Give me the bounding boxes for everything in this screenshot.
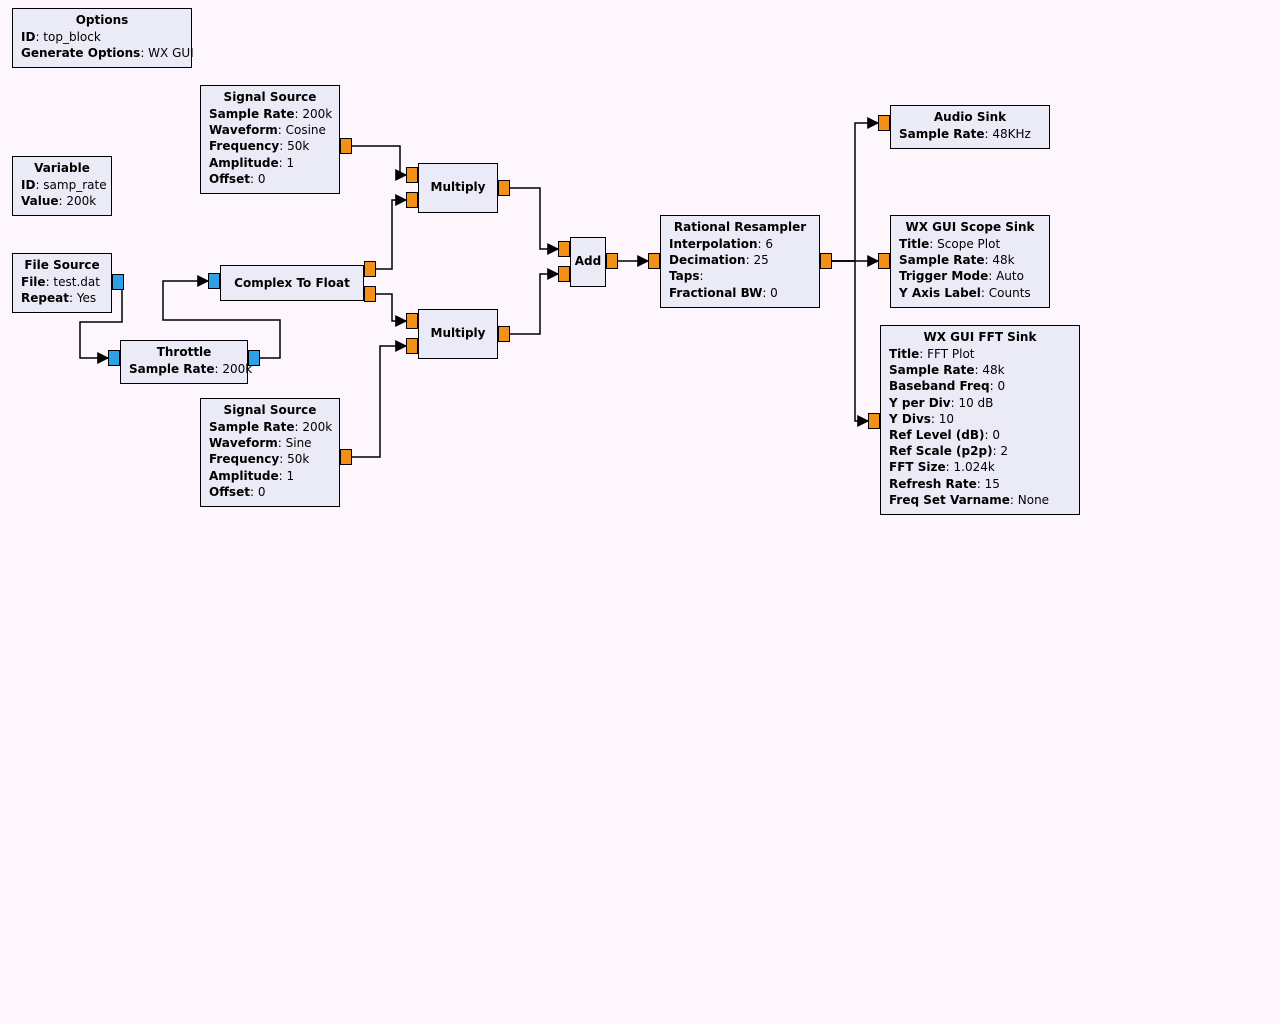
port-in1[interactable] <box>406 338 418 354</box>
block-complex-to-float[interactable]: Complex To Float <box>220 265 364 301</box>
block-param: Refresh Rate: 15 <box>889 476 1071 492</box>
block-audio-sink[interactable]: Audio Sink Sample Rate: 48KHz <box>890 105 1050 149</box>
block-param: Trigger Mode: Auto <box>899 268 1041 284</box>
block-title: WX GUI FFT Sink <box>889 330 1071 344</box>
port-out[interactable] <box>248 350 260 366</box>
flowgraph-canvas[interactable]: Options ID: top_block Generate Options: … <box>0 0 1280 1024</box>
block-title: Rational Resampler <box>669 220 811 234</box>
block-title: Signal Source <box>209 403 331 417</box>
block-param: Amplitude: 1 <box>209 468 331 484</box>
block-param: Interpolation: 6 <box>669 236 811 252</box>
port-out[interactable] <box>340 138 352 154</box>
port-in[interactable] <box>868 413 880 429</box>
block-param: Freq Set Varname: None <box>889 492 1071 508</box>
connections-layer <box>0 0 1280 1024</box>
block-param: Taps: <box>669 268 811 284</box>
block-param: Y Divs: 10 <box>889 411 1071 427</box>
block-title: Audio Sink <box>899 110 1041 124</box>
block-param: Sample Rate: 48k <box>899 252 1041 268</box>
block-param: Fractional BW: 0 <box>669 285 811 301</box>
port-in1[interactable] <box>406 192 418 208</box>
block-title: Signal Source <box>209 90 331 104</box>
block-title: WX GUI Scope Sink <box>899 220 1041 234</box>
port-out[interactable] <box>606 253 618 269</box>
block-add[interactable]: Add <box>570 237 606 287</box>
block-param: Generate Options: WX GUI <box>21 45 183 61</box>
block-param: Y per Div: 10 dB <box>889 395 1071 411</box>
block-param: Waveform: Sine <box>209 435 331 451</box>
port-in[interactable] <box>108 350 120 366</box>
port-out-re[interactable] <box>364 261 376 277</box>
block-param: Frequency: 50k <box>209 451 331 467</box>
port-in1[interactable] <box>558 266 570 282</box>
port-out[interactable] <box>498 326 510 342</box>
port-in0[interactable] <box>406 167 418 183</box>
block-param: Title: FFT Plot <box>889 346 1071 362</box>
block-param: Ref Scale (p2p): 2 <box>889 443 1071 459</box>
port-out[interactable] <box>820 253 832 269</box>
block-options[interactable]: Options ID: top_block Generate Options: … <box>12 8 192 68</box>
port-out-im[interactable] <box>364 286 376 302</box>
block-param: Sample Rate: 200k <box>209 106 331 122</box>
block-variable[interactable]: Variable ID: samp_rate Value: 200k <box>12 156 112 216</box>
port-in[interactable] <box>878 253 890 269</box>
block-scope-sink[interactable]: WX GUI Scope Sink Title: Scope Plot Samp… <box>890 215 1050 308</box>
port-in0[interactable] <box>406 313 418 329</box>
block-param: Baseband Freq: 0 <box>889 378 1071 394</box>
port-out[interactable] <box>498 180 510 196</box>
block-param: Sample Rate: 200k <box>129 361 239 377</box>
port-out[interactable] <box>112 274 124 290</box>
block-throttle[interactable]: Throttle Sample Rate: 200k <box>120 340 248 384</box>
block-param: Repeat: Yes <box>21 290 103 306</box>
port-in[interactable] <box>878 115 890 131</box>
block-param: Offset: 0 <box>209 484 331 500</box>
block-title: Complex To Float <box>229 276 355 290</box>
block-param: Ref Level (dB): 0 <box>889 427 1071 443</box>
block-signal-source-sin[interactable]: Signal Source Sample Rate: 200k Waveform… <box>200 398 340 507</box>
block-signal-source-cos[interactable]: Signal Source Sample Rate: 200k Waveform… <box>200 85 340 194</box>
block-param: Sample Rate: 48k <box>889 362 1071 378</box>
block-param: Sample Rate: 48KHz <box>899 126 1041 142</box>
block-multiply-1[interactable]: Multiply <box>418 163 498 213</box>
port-in[interactable] <box>208 273 220 289</box>
block-multiply-2[interactable]: Multiply <box>418 309 498 359</box>
block-param: File: test.dat <box>21 274 103 290</box>
block-param: Decimation: 25 <box>669 252 811 268</box>
block-param: Title: Scope Plot <box>899 236 1041 252</box>
block-title: Multiply <box>431 180 486 194</box>
port-in0[interactable] <box>558 241 570 257</box>
block-param: FFT Size: 1.024k <box>889 459 1071 475</box>
block-file-source[interactable]: File Source File: test.dat Repeat: Yes <box>12 253 112 313</box>
block-title: Multiply <box>431 326 486 340</box>
block-param: Frequency: 50k <box>209 138 331 154</box>
block-param: Amplitude: 1 <box>209 155 331 171</box>
block-title: Options <box>21 13 183 27</box>
block-param: ID: samp_rate <box>21 177 103 193</box>
port-in[interactable] <box>648 253 660 269</box>
block-rational-resampler[interactable]: Rational Resampler Interpolation: 6 Deci… <box>660 215 820 308</box>
block-param: ID: top_block <box>21 29 183 45</box>
block-param: Value: 200k <box>21 193 103 209</box>
block-title: Variable <box>21 161 103 175</box>
block-param: Waveform: Cosine <box>209 122 331 138</box>
block-param: Y Axis Label: Counts <box>899 285 1041 301</box>
block-title: File Source <box>21 258 103 272</box>
port-out[interactable] <box>340 449 352 465</box>
block-param: Sample Rate: 200k <box>209 419 331 435</box>
block-title: Throttle <box>129 345 239 359</box>
block-param: Offset: 0 <box>209 171 331 187</box>
block-fft-sink[interactable]: WX GUI FFT Sink Title: FFT Plot Sample R… <box>880 325 1080 515</box>
block-title: Add <box>575 254 601 268</box>
